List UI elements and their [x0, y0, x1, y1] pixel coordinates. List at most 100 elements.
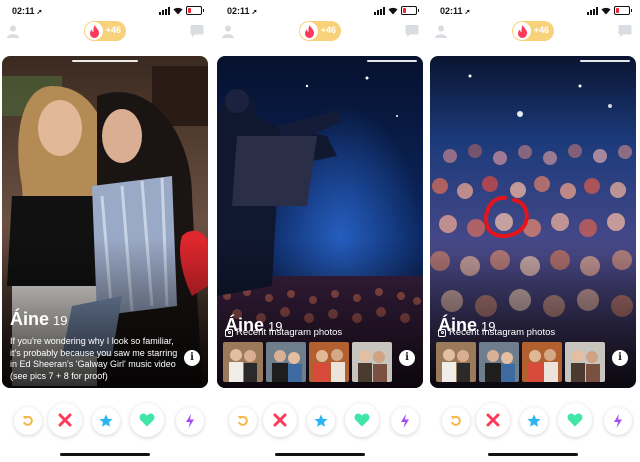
flame-icon — [89, 24, 99, 38]
info-icon[interactable]: i — [612, 350, 628, 366]
instagram-thumbnails — [223, 342, 392, 382]
chat-icon[interactable] — [618, 24, 632, 38]
photo-indicator — [580, 60, 630, 62]
rewind-button[interactable] — [14, 407, 42, 435]
status-time: 02:11 ➚ — [12, 6, 43, 16]
wifi-icon — [601, 7, 611, 15]
instagram-section-label: Recent Instagram photos — [438, 327, 555, 338]
info-icon[interactable]: i — [399, 350, 415, 366]
rewind-button[interactable] — [229, 407, 257, 435]
instagram-thumbnail[interactable] — [352, 342, 392, 382]
profile-age: 19 — [53, 313, 68, 328]
status-time: 02:11 ➚ — [227, 6, 258, 16]
nope-icon — [273, 413, 287, 427]
wifi-icon — [388, 7, 398, 15]
nope-button[interactable] — [263, 403, 297, 437]
flame-icon — [517, 24, 527, 38]
profile-bio: If you're wondering why I look so famili… — [10, 336, 178, 381]
superlike-icon — [99, 414, 113, 427]
location-arrow-icon: ➚ — [464, 9, 471, 16]
profile-card[interactable]: Áine 19 If you're wondering why I look so… — [2, 56, 208, 388]
action-bar — [0, 403, 210, 441]
like-icon — [139, 413, 155, 427]
profile-icon[interactable] — [434, 24, 448, 38]
signal-icon — [587, 6, 598, 15]
instagram-thumbnail[interactable] — [479, 342, 519, 382]
rewind-icon — [238, 415, 248, 426]
action-bar — [428, 403, 638, 441]
boost-count: +46 — [105, 25, 121, 35]
status-time: 02:11 ➚ — [440, 6, 471, 16]
superlike-button[interactable] — [520, 407, 548, 435]
chat-icon[interactable] — [190, 24, 204, 38]
boost-button[interactable] — [176, 407, 204, 435]
boost-counter-pill[interactable]: +46 — [512, 21, 554, 41]
boost-icon — [614, 414, 622, 428]
nope-button[interactable] — [48, 403, 82, 437]
instagram-thumbnail[interactable] — [565, 342, 605, 382]
system-icons — [587, 6, 632, 15]
rewind-icon — [451, 415, 461, 426]
instagram-section-label: Recent Instagram photos — [225, 327, 342, 338]
screen-2: 02:11 ➚ +46 Áine 19 Recent Instagram pho… — [215, 0, 425, 462]
photo-indicator — [367, 60, 417, 62]
home-indicator — [488, 453, 578, 456]
boost-count: +46 — [320, 25, 336, 35]
instagram-thumbnails — [436, 342, 605, 382]
top-bar: +46 — [215, 18, 425, 48]
boost-counter-pill[interactable]: +46 — [84, 21, 126, 41]
instagram-thumbnail[interactable] — [266, 342, 306, 382]
like-icon — [354, 413, 370, 427]
info-icon[interactable]: i — [184, 350, 200, 366]
battery-icon — [614, 6, 632, 15]
instagram-thumbnail[interactable] — [309, 342, 349, 382]
status-bar: 02:11 ➚ — [0, 0, 210, 18]
superlike-icon — [527, 414, 541, 427]
boost-button[interactable] — [391, 407, 419, 435]
instagram-label-text: Recent Instagram photos — [449, 327, 556, 338]
boost-count: +46 — [533, 25, 549, 35]
nope-button[interactable] — [476, 403, 510, 437]
screen-3: 02:11 ➚ +46 Áine 19 Recent Instagram pho… — [428, 0, 638, 462]
boost-counter-pill[interactable]: +46 — [299, 21, 341, 41]
instagram-thumbnail[interactable] — [223, 342, 263, 382]
profile-card[interactable]: Áine 19 Recent Instagram photos i — [430, 56, 636, 388]
rewind-button[interactable] — [442, 407, 470, 435]
system-icons — [159, 6, 204, 15]
instagram-icon — [438, 328, 446, 337]
superlike-button[interactable] — [92, 407, 120, 435]
boost-icon — [186, 414, 194, 428]
nope-icon — [58, 413, 72, 427]
like-button[interactable] — [130, 403, 164, 437]
home-indicator — [275, 453, 365, 456]
profile-name: Áine — [10, 309, 50, 329]
profile-icon[interactable] — [221, 24, 235, 38]
status-bar: 02:11 ➚ — [215, 0, 425, 18]
instagram-icon — [225, 328, 233, 337]
name-row: Áine 19 — [10, 309, 67, 330]
location-arrow-icon: ➚ — [36, 9, 43, 16]
screen-1: 02:11 ➚ +46 Áine 19 If you're wondering … — [0, 0, 210, 462]
instagram-thumbnail[interactable] — [436, 342, 476, 382]
action-bar — [215, 403, 425, 441]
signal-icon — [374, 6, 385, 15]
flame-icon — [304, 24, 314, 38]
instagram-thumbnail[interactable] — [522, 342, 562, 382]
like-button[interactable] — [345, 403, 379, 437]
boost-button[interactable] — [604, 407, 632, 435]
status-bar: 02:11 ➚ — [428, 0, 638, 18]
profile-icon[interactable] — [6, 24, 20, 38]
instagram-label-text: Recent Instagram photos — [236, 327, 343, 338]
battery-icon — [186, 6, 204, 15]
signal-icon — [159, 6, 170, 15]
superlike-button[interactable] — [307, 407, 335, 435]
wifi-icon — [173, 7, 183, 15]
superlike-icon — [314, 414, 328, 427]
like-icon — [567, 413, 583, 427]
nope-icon — [486, 413, 500, 427]
like-button[interactable] — [558, 403, 592, 437]
chat-icon[interactable] — [405, 24, 419, 38]
battery-icon — [401, 6, 419, 15]
profile-card[interactable]: Áine 19 Recent Instagram photos i — [217, 56, 423, 388]
photo-indicator — [72, 60, 138, 62]
